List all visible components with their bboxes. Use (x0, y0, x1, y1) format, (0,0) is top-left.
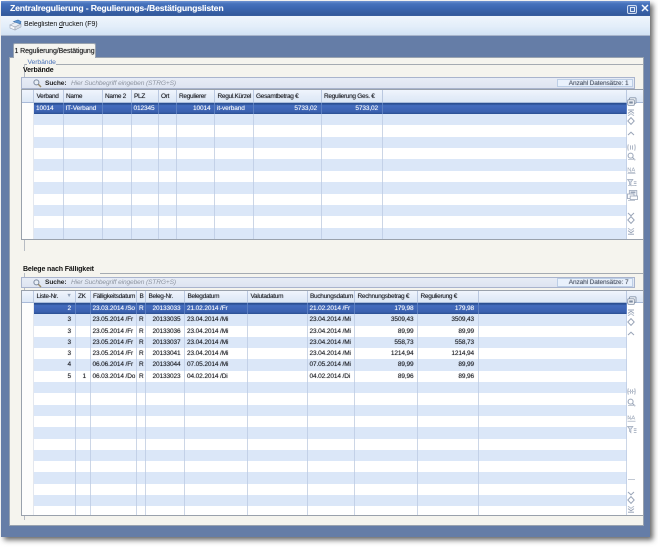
svg-text:NA: NA (627, 167, 635, 173)
